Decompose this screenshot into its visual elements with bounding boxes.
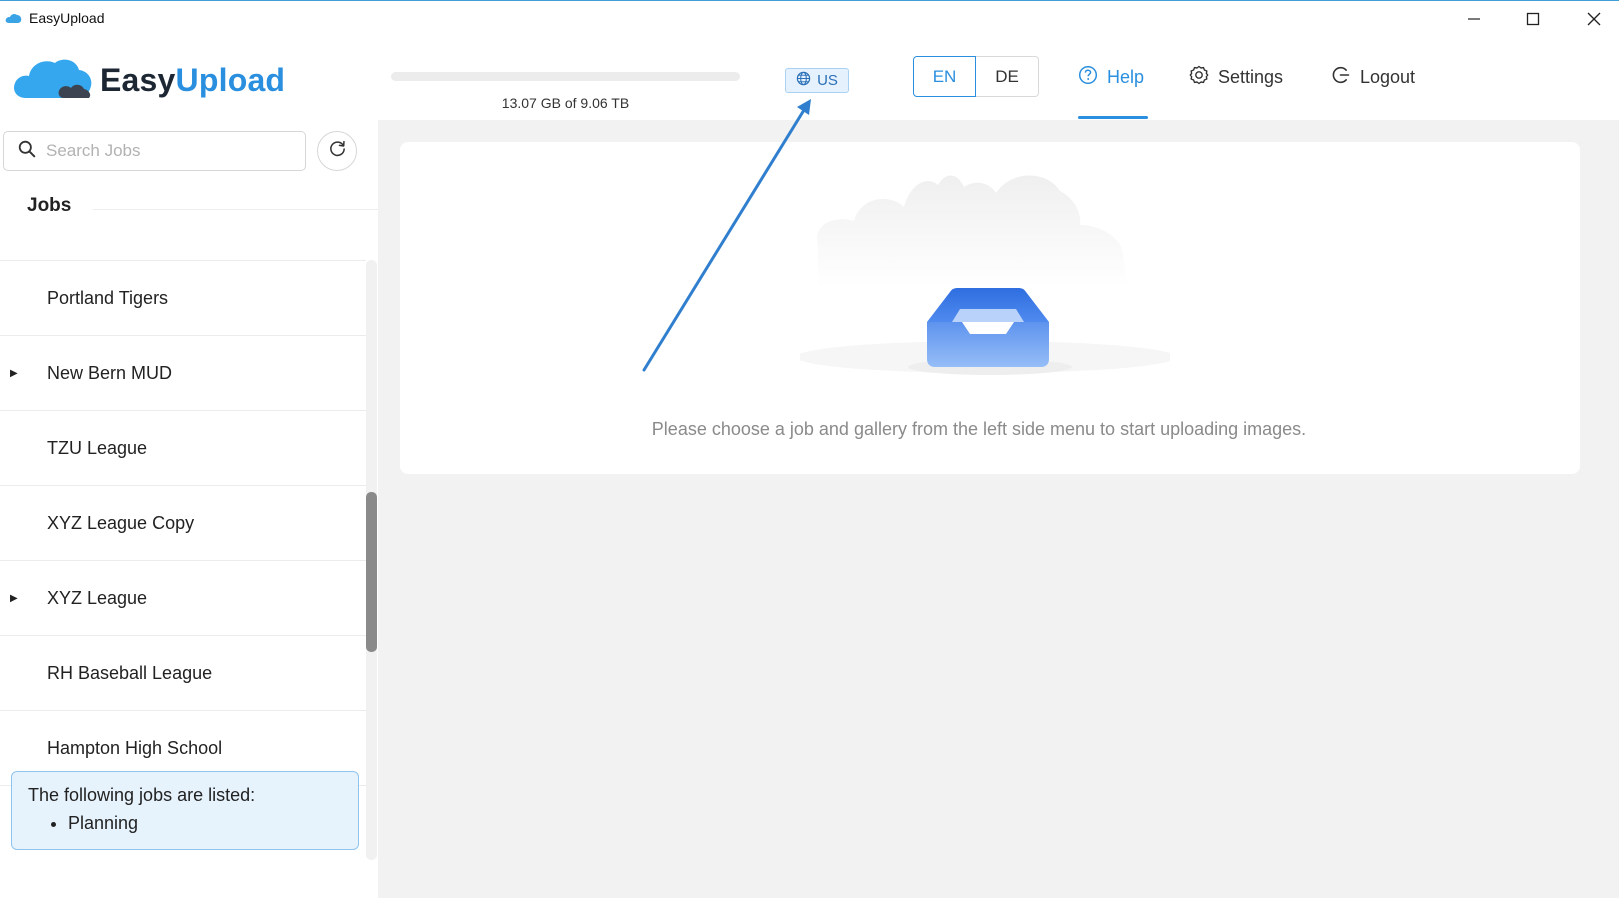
job-label: TZU League — [47, 437, 148, 458]
search-input[interactable] — [44, 140, 288, 162]
minimize-icon[interactable] — [1444, 1, 1504, 37]
expand-caret-icon[interactable]: ▶ — [10, 593, 18, 604]
window-title: EasyUpload — [29, 10, 105, 26]
title-bar: EasyUpload — [0, 0, 1619, 36]
maximize-icon[interactable] — [1503, 1, 1563, 37]
logout-label: Logout — [1360, 66, 1416, 87]
lang-en-button[interactable]: EN — [913, 56, 976, 97]
language-switch: EN DE — [913, 56, 1039, 97]
job-label: XYZ League — [47, 587, 148, 608]
lang-de-button[interactable]: DE — [976, 56, 1039, 97]
logo-text: EasyUpload — [100, 62, 285, 99]
job-label: XYZ League Copy — [47, 512, 195, 533]
close-icon[interactable] — [1564, 1, 1619, 37]
globe-icon — [796, 71, 811, 90]
empty-state-message: Please choose a job and gallery from the… — [651, 419, 1307, 439]
sidebar: Jobs Portland Tigers ▶ New Bern MUD TZU … — [0, 120, 378, 898]
job-label: Portland Tigers — [47, 287, 169, 308]
help-nav[interactable]: Help — [1078, 56, 1144, 98]
gear-icon — [1189, 65, 1209, 90]
job-item-new-bern-mud[interactable]: ▶ New Bern MUD — [0, 336, 366, 411]
jobs-divider — [93, 209, 378, 210]
app-cloud-icon — [5, 11, 23, 29]
job-item-portland-tigers[interactable]: Portland Tigers — [0, 261, 366, 336]
help-label: Help — [1107, 66, 1145, 87]
empty-state-card: Please choose a job and gallery from the… — [400, 142, 1580, 474]
storage-usage-text: 13.07 GB of 9.06 TB — [501, 95, 630, 111]
storage-usage-bar — [391, 72, 740, 81]
main-content: Please choose a job and gallery from the… — [378, 120, 1619, 898]
settings-label: Settings — [1218, 66, 1284, 87]
logo-text-upload: Upload — [175, 62, 286, 98]
expand-caret-icon[interactable]: ▶ — [10, 368, 18, 379]
refresh-button[interactable] — [317, 131, 357, 171]
help-circle-icon — [1078, 65, 1098, 90]
job-item-rh-baseball-league[interactable]: RH Baseball League — [0, 636, 366, 711]
job-label: Hampton High School — [47, 737, 223, 758]
app-header: EasyUpload 13.07 GB of 9.06 TB US EN DE … — [0, 36, 1619, 120]
cloud-icon — [12, 54, 94, 107]
settings-nav[interactable]: Settings — [1189, 56, 1283, 98]
job-item-tzu-league[interactable]: TZU League — [0, 411, 366, 486]
logo: EasyUpload — [12, 54, 285, 107]
jobs-info-box: The following jobs are listed: Planning — [11, 771, 359, 850]
job-label: New Bern MUD — [47, 362, 173, 383]
info-text: The following jobs are listed: — [28, 785, 256, 805]
logout-nav[interactable]: Logout — [1331, 56, 1415, 98]
region-badge[interactable]: US — [785, 68, 849, 93]
job-label: RH Baseball League — [47, 662, 213, 683]
jobs-heading: Jobs — [27, 195, 72, 216]
search-box — [3, 131, 306, 171]
logo-text-easy: Easy — [100, 62, 176, 98]
info-list: Planning — [28, 812, 342, 834]
job-list-scrollbar-thumb[interactable] — [366, 492, 377, 652]
job-item-xyz-league[interactable]: ▶ XYZ League — [0, 561, 366, 636]
logout-icon — [1331, 65, 1351, 90]
empty-inbox-icon — [796, 167, 1176, 392]
region-label: US — [817, 72, 838, 89]
search-icon — [18, 140, 36, 163]
info-list-item: Planning — [68, 812, 342, 834]
job-item-xyz-league-copy[interactable]: XYZ League Copy — [0, 486, 366, 561]
refresh-icon — [328, 139, 347, 163]
active-tab-indicator — [1078, 116, 1148, 119]
